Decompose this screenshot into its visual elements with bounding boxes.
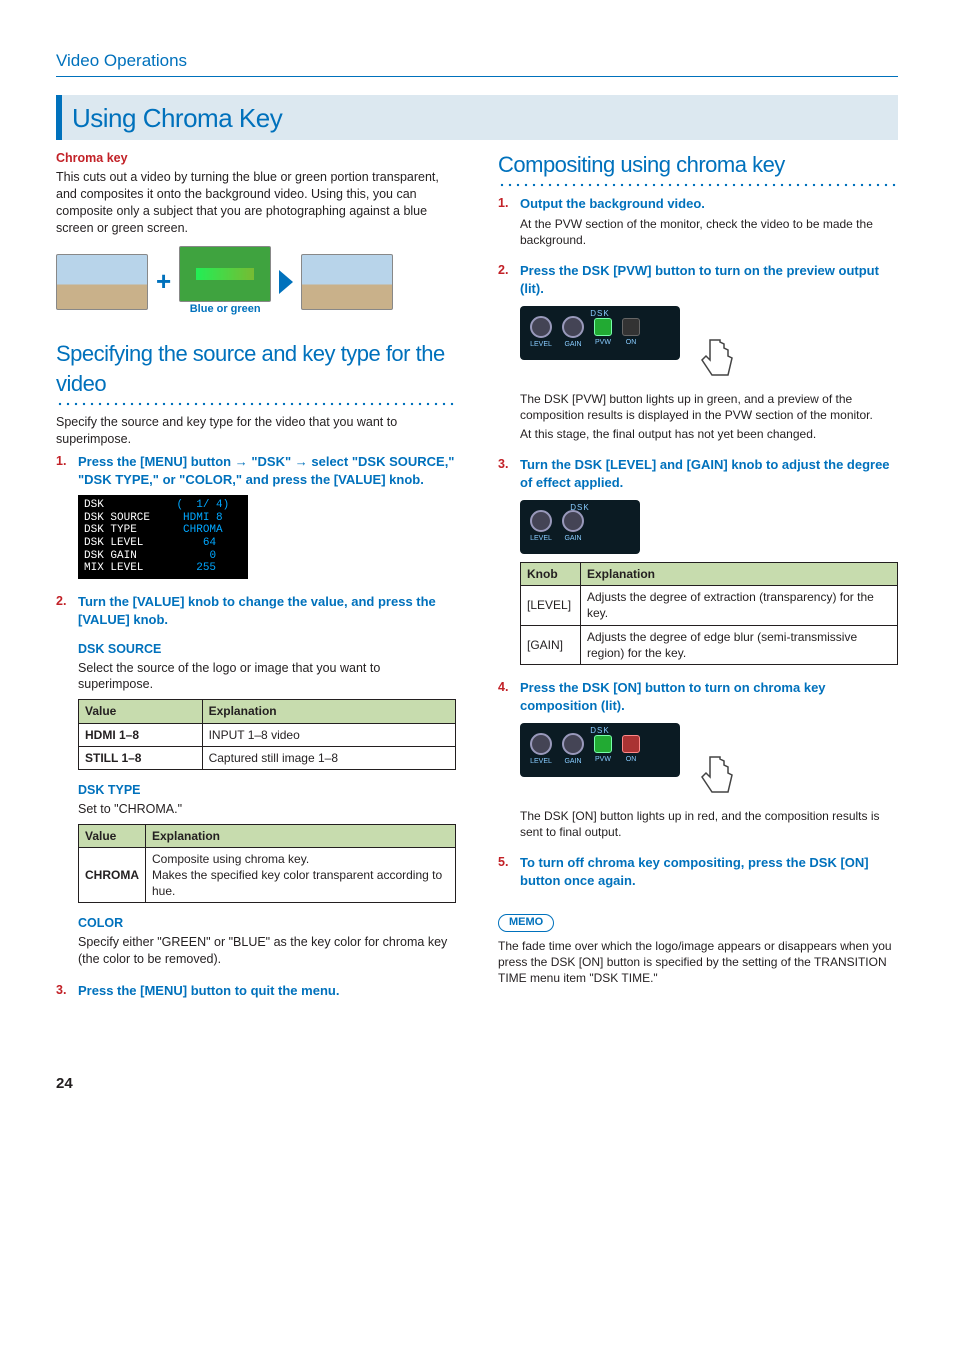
level-knob-icon [530, 733, 552, 755]
dsk-type-desc: Set to "CHROMA." [78, 801, 456, 818]
dsk-panel-figure: DSK LEVEL GAIN PVW ON [520, 306, 680, 360]
subheading-source-key-desc: Specify the source and key type for the … [56, 414, 456, 448]
arrow-icon: → [295, 454, 308, 469]
right-step-2: Press the DSK [PVW] button to turn on th… [498, 262, 898, 442]
dotted-rule [56, 402, 456, 406]
arrow-right-icon [279, 270, 293, 294]
pvw-button-icon [594, 735, 612, 753]
cell: Adjusts the degree of extraction (transp… [581, 586, 898, 625]
left-step-2: Turn the [VALUE] knob to change the valu… [56, 593, 456, 968]
dsk-panel-label: DSK [590, 726, 609, 737]
col-explanation: Explanation [581, 563, 898, 586]
subheading-compositing: Compositing using chroma key [498, 150, 898, 180]
dsk-panel-label: DSK [570, 503, 589, 514]
r-step3-title: Turn the DSK [LEVEL] and [GAIN] knob to … [520, 457, 890, 490]
step1-text-a: Press the [MENU] button [78, 454, 235, 469]
right-column: Compositing using chroma key Output the … [498, 150, 898, 1014]
plus-icon: + [156, 264, 171, 299]
left-column: Chroma key This cuts out a video by turn… [56, 150, 456, 1014]
dotted-rule [498, 183, 898, 187]
cell: STILL 1–8 [79, 746, 203, 769]
chroma-key-label: Chroma key [56, 150, 456, 167]
dsk-source-desc: Select the source of the logo or image t… [78, 660, 456, 694]
right-step-3: Turn the DSK [LEVEL] and [GAIN] knob to … [498, 456, 898, 665]
color-desc: Specify either "GREEN" or "BLUE" as the … [78, 934, 456, 968]
section-heading: Using Chroma Key [72, 101, 888, 136]
hand-cursor-icon [690, 330, 750, 390]
right-step-5: To turn off chroma key compositing, pres… [498, 854, 898, 890]
chroma-key-description: This cuts out a video by turning the blu… [56, 169, 456, 237]
left-step-3: Press the [MENU] button to quit the menu… [56, 982, 456, 1000]
memo-badge: MEMO [498, 914, 554, 932]
color-heading: COLOR [78, 915, 456, 932]
blue-or-green-caption: Blue or green [179, 302, 271, 317]
on-button-icon [622, 735, 640, 753]
memo-body: The fade time over which the logo/image … [498, 938, 898, 987]
step2-title: Turn the [VALUE] knob to change the valu… [78, 594, 436, 627]
dsk-source-heading: DSK SOURCE [78, 641, 456, 658]
on-button-icon [622, 318, 640, 336]
cell: [GAIN] [521, 625, 581, 664]
green-screen-thumb [179, 246, 271, 302]
arrow-icon: → [235, 454, 248, 469]
cell: Adjusts the degree of edge blur (semi-tr… [581, 625, 898, 664]
r-step1-body: At the PVW section of the monitor, check… [520, 216, 898, 248]
bg-video-thumb [56, 254, 148, 310]
step1-text-b: "DSK" [251, 454, 294, 469]
cell: HDMI 1–8 [79, 723, 203, 746]
level-knob-icon [530, 316, 552, 338]
chroma-key-figure: + Blue or green [56, 246, 456, 317]
hand-cursor-icon [690, 747, 750, 807]
step3-title: Press the [MENU] button to quit the menu… [78, 983, 339, 998]
left-step-1: Press the [MENU] button → "DSK" → select… [56, 453, 456, 579]
gain-knob-icon [562, 733, 584, 755]
r-step4-body: The DSK [ON] button lights up in red, an… [520, 808, 898, 840]
level-knob-icon [530, 510, 552, 532]
dsk-panel-on-figure: DSK LEVEL GAIN PVW ON [520, 723, 680, 777]
dsk-source-table: ValueExplanation HDMI 1–8INPUT 1–8 video… [78, 699, 456, 770]
dsk-panel-label: DSK [590, 309, 609, 320]
r-step2-body-b: At this stage, the final output has not … [520, 426, 898, 442]
dsk-panel-knobs-figure: DSK LEVEL GAIN [520, 500, 640, 554]
col-knob: Knob [521, 563, 581, 586]
dsk-type-table: ValueExplanation CHROMA Composite using … [78, 824, 456, 904]
subheading-source-key: Specifying the source and key type for t… [56, 339, 456, 398]
right-step-1: Output the background video. At the PVW … [498, 195, 898, 248]
page-number: 24 [56, 1074, 898, 1094]
gain-knob-icon [562, 316, 584, 338]
cell: Captured still image 1–8 [202, 746, 455, 769]
knob-table: KnobExplanation [LEVEL]Adjusts the degre… [520, 562, 898, 665]
right-step-4: Press the DSK [ON] button to turn on chr… [498, 679, 898, 840]
col-value: Value [79, 824, 146, 847]
col-value: Value [79, 700, 203, 723]
r-step5-title: To turn off chroma key compositing, pres… [520, 855, 869, 888]
col-explanation: Explanation [146, 824, 456, 847]
r-step1-title: Output the background video. [520, 196, 705, 211]
r-step4-title: Press the DSK [ON] button to turn on chr… [520, 680, 826, 713]
section-heading-bar: Using Chroma Key [56, 95, 898, 140]
breadcrumb: Video Operations [56, 50, 898, 77]
pvw-button-icon [594, 318, 612, 336]
composite-result-thumb [301, 254, 393, 310]
r-step2-body-a: The DSK [PVW] button lights up in green,… [520, 391, 898, 423]
r-step2-title: Press the DSK [PVW] button to turn on th… [520, 263, 879, 296]
dsk-type-heading: DSK TYPE [78, 782, 456, 799]
cell: [LEVEL] [521, 586, 581, 625]
cell: Composite using chroma key. Makes the sp… [146, 847, 456, 903]
cell: CHROMA [79, 847, 146, 903]
cell: INPUT 1–8 video [202, 723, 455, 746]
lcd-menu-screenshot: DSK ( 1/ 4) DSK SOURCE HDMI 8 DSK TYPE C… [78, 495, 248, 579]
col-explanation: Explanation [202, 700, 455, 723]
